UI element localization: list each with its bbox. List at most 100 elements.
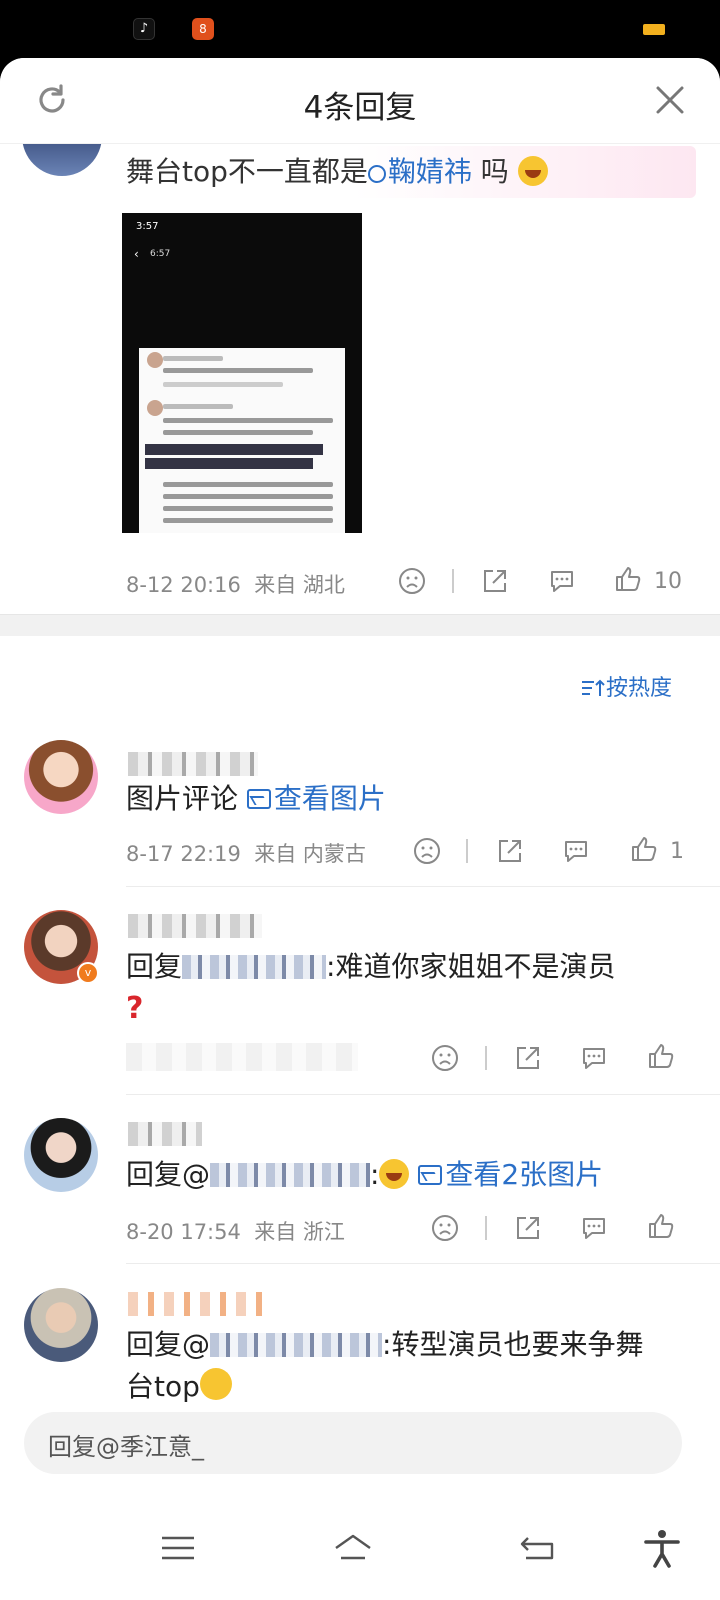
separator xyxy=(126,1263,720,1264)
mention-label: 鞠婧祎 xyxy=(387,155,472,188)
reply-input[interactable]: 回复@季江意_ xyxy=(24,1412,682,1474)
separator xyxy=(126,1094,720,1095)
separator xyxy=(126,886,720,887)
comment-meta-blurred xyxy=(126,1043,358,1071)
screenshot-comment-card xyxy=(139,348,345,533)
like-icon[interactable] xyxy=(630,835,658,863)
mention-blurred[interactable] xyxy=(210,1333,383,1357)
system-nav-bar xyxy=(0,1488,720,1600)
comment-location: 来自 内蒙古 xyxy=(254,842,366,866)
avatar[interactable] xyxy=(24,1118,98,1192)
comment-meta: 8-12 20:16 来自 湖北 xyxy=(126,569,345,599)
screenshot-status-time: 3:57 xyxy=(136,221,159,232)
screenshot-avatar xyxy=(147,400,163,416)
comment-text: 舞台top不一直都是 xyxy=(126,155,368,188)
dislike-face-icon[interactable] xyxy=(431,1214,459,1242)
status-bar: ♪ 8 xyxy=(0,0,720,58)
picture-icon xyxy=(246,789,271,809)
comment-icon[interactable] xyxy=(562,837,590,865)
like-count: 1 xyxy=(670,839,684,864)
close-icon[interactable] xyxy=(652,82,688,118)
dislike-face-icon[interactable] xyxy=(398,567,426,595)
sheet-title: 4条回复 xyxy=(303,90,417,126)
view-picture-link[interactable]: 查看图片 xyxy=(246,782,386,815)
view-pictures-label: 查看2张图片 xyxy=(445,1158,604,1191)
picture-icon xyxy=(418,1165,443,1185)
avatar[interactable] xyxy=(24,1288,98,1362)
parent-comment-text: 舞台top不一直都是 鞠婧祎 吗 xyxy=(126,146,696,198)
comment-location: 来自 浙江 xyxy=(254,1220,345,1244)
like-count: 10 xyxy=(654,569,682,594)
screenshot-highlight xyxy=(145,458,313,469)
comment-time: 8-17 22:19 xyxy=(126,842,241,866)
like-icon[interactable] xyxy=(647,1212,675,1240)
home-icon[interactable] xyxy=(333,1528,373,1568)
comment-text-tail: 吗 xyxy=(471,155,509,188)
reply-content: 回复@:转型演员也要来争舞 xyxy=(126,1324,643,1366)
like-icon[interactable] xyxy=(647,1042,675,1070)
back-icon[interactable] xyxy=(518,1528,558,1568)
screenshot-line xyxy=(163,418,333,423)
replies-sheet: 4条回复 舞台top不一直都是 鞠婧祎 吗 3:57 ‹ 6:57 8-12 2… xyxy=(0,58,720,1600)
reply-content-line2: 台top xyxy=(126,1366,232,1408)
accessibility-icon[interactable] xyxy=(642,1528,682,1568)
screenshot-back-icon: ‹ xyxy=(134,247,139,261)
share-icon[interactable] xyxy=(481,567,509,595)
comment-image[interactable]: 3:57 ‹ 6:57 xyxy=(122,213,362,533)
divider xyxy=(485,1046,487,1070)
sheet-header: 4条回复 xyxy=(0,58,720,144)
like-icon[interactable] xyxy=(614,565,642,593)
question-mark-icon: ? xyxy=(126,991,144,1026)
mention-blurred[interactable] xyxy=(182,955,327,979)
comment-meta: 8-17 22:19 来自 内蒙古 xyxy=(126,838,366,868)
comment-icon[interactable] xyxy=(580,1214,608,1242)
screenshot-line xyxy=(163,494,333,499)
reply-prefix: 回复 xyxy=(126,950,183,983)
laughing-emoji-icon xyxy=(379,1159,410,1189)
view-pictures-link[interactable]: 查看2张图片 xyxy=(418,1158,603,1191)
screenshot-avatar xyxy=(147,352,163,368)
screenshot-line xyxy=(163,368,313,373)
share-icon[interactable] xyxy=(496,837,524,865)
reply-text: :转型演员也要来争舞 xyxy=(382,1328,644,1361)
divider xyxy=(485,1216,487,1240)
screenshot-line xyxy=(163,518,333,523)
sort-by-hot-button[interactable]: 按热度 xyxy=(580,670,672,702)
comment-meta: 8-20 17:54 来自 浙江 xyxy=(126,1216,345,1246)
cute-emoji-icon xyxy=(199,1368,232,1400)
comment-location: 来自 湖北 xyxy=(254,573,345,597)
share-icon[interactable] xyxy=(514,1044,542,1072)
comment-time: 8-20 17:54 xyxy=(126,1220,241,1244)
username-blurred[interactable] xyxy=(128,752,258,776)
reply-text: 图片评论 xyxy=(126,782,239,815)
comment-icon[interactable] xyxy=(548,567,576,595)
screenshot-line xyxy=(163,382,283,387)
battery-icon xyxy=(643,24,665,35)
reply-placeholder: 回复@季江意_ xyxy=(48,1433,204,1461)
username-blurred[interactable] xyxy=(128,1122,202,1146)
username-blurred[interactable] xyxy=(128,1292,262,1316)
section-divider xyxy=(0,614,720,636)
mention-link[interactable]: 鞠婧祎 xyxy=(367,155,472,188)
dislike-face-icon[interactable] xyxy=(431,1044,459,1072)
comment-icon[interactable] xyxy=(580,1044,608,1072)
avatar[interactable] xyxy=(24,740,98,814)
menu-icon[interactable] xyxy=(158,1528,198,1568)
search-icon xyxy=(367,165,386,183)
tiktok-icon: ♪ xyxy=(133,18,155,40)
sort-label: 按热度 xyxy=(606,676,673,701)
sort-icon xyxy=(582,679,605,696)
reply-content: 回复@: 查看2张图片 xyxy=(126,1158,604,1191)
dislike-face-icon[interactable] xyxy=(413,837,441,865)
mention-blurred[interactable] xyxy=(210,1163,371,1187)
share-icon[interactable] xyxy=(514,1214,542,1242)
screenshot-line xyxy=(163,506,333,511)
laughing-emoji-icon xyxy=(517,156,548,186)
verified-badge-icon: v xyxy=(77,962,99,984)
divider xyxy=(452,569,454,593)
screenshot-line xyxy=(163,404,233,409)
username-blurred[interactable] xyxy=(128,914,262,938)
screenshot-highlight xyxy=(145,444,323,455)
reply-text: 台top xyxy=(126,1370,200,1403)
reply-content: 回复:难道你家姐姐不是演员 xyxy=(126,946,615,988)
